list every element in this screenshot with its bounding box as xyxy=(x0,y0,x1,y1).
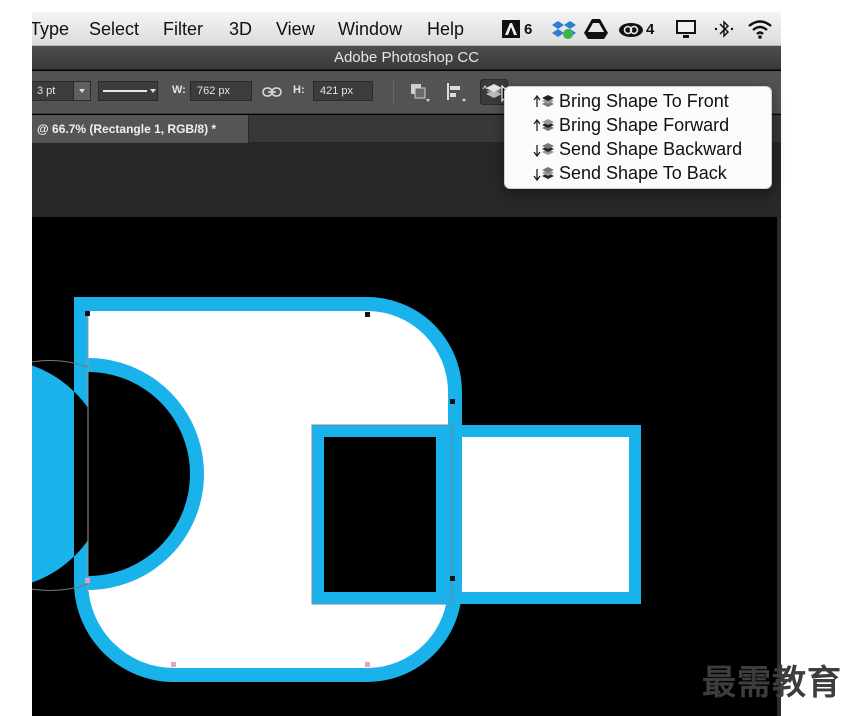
link-dimensions-icon[interactable] xyxy=(262,84,282,100)
menu-item-label: Send Shape Backward xyxy=(559,138,743,159)
width-label: W: xyxy=(172,84,186,96)
adobe-status[interactable]: 6 xyxy=(502,17,532,41)
watermark: 最需教育 xyxy=(702,663,842,703)
menu-view[interactable]: View xyxy=(276,19,315,40)
options-divider xyxy=(393,79,394,105)
stroke-type-dropdown[interactable] xyxy=(98,81,158,101)
menu-type[interactable]: Type xyxy=(32,19,69,40)
rectangle-overlap xyxy=(312,425,460,604)
width-field[interactable]: 762 px xyxy=(190,81,252,101)
menu-bar: Type Select Filter 3D View Window Help 6… xyxy=(32,12,781,46)
menu-item-label: Bring Shape Forward xyxy=(559,114,730,135)
chevron-down-icon xyxy=(150,89,156,93)
stroke-line-preview xyxy=(103,90,147,92)
menu-window[interactable]: Window xyxy=(338,19,402,40)
bring-to-front-icon xyxy=(533,94,554,107)
menu-help[interactable]: Help xyxy=(427,19,464,40)
send-to-back-icon xyxy=(533,167,554,182)
height-field[interactable]: 421 px xyxy=(313,81,373,101)
menu-item-bring-to-front[interactable]: Bring Shape To Front xyxy=(505,89,771,113)
document-tab[interactable]: @ 66.7% (Rectangle 1, RGB/8) * xyxy=(32,115,249,143)
menu-item-send-backward[interactable]: Send Shape Backward xyxy=(505,137,771,161)
bluetooth-icon[interactable] xyxy=(713,17,735,41)
creative-cloud-count: 4 xyxy=(646,20,655,38)
stroke-width-field[interactable]: 3 pt xyxy=(32,81,74,101)
path-alignment-icon[interactable] xyxy=(443,79,469,105)
document-tab-label: @ 66.7% (Rectangle 1, RGB/8) * xyxy=(37,122,217,136)
stroke-width-dropdown[interactable] xyxy=(73,81,91,101)
app-title: Adobe Photoshop CC xyxy=(333,49,480,66)
menu-filter[interactable]: Filter xyxy=(163,19,203,40)
google-drive-icon[interactable] xyxy=(584,17,608,41)
menu-item-label: Send Shape To Back xyxy=(559,162,727,183)
adobe-count: 6 xyxy=(524,20,533,38)
dropbox-icon[interactable] xyxy=(552,17,576,41)
path-operations-icon[interactable] xyxy=(406,79,432,105)
title-bar: Adobe Photoshop CC xyxy=(32,46,781,70)
bring-forward-icon xyxy=(533,118,554,131)
creative-cloud-icon xyxy=(619,23,643,37)
send-backward-icon xyxy=(533,143,554,158)
menu-item-bring-forward[interactable]: Bring Shape Forward xyxy=(505,113,771,137)
menu-select[interactable]: Select xyxy=(89,19,139,40)
menu-3d[interactable]: 3D xyxy=(229,19,252,40)
height-label: H: xyxy=(293,84,305,96)
path-arrangement-menu: Bring Shape To Front Bring Shape Forward… xyxy=(504,86,772,189)
menu-item-label: Bring Shape To Front xyxy=(559,90,729,111)
artwork xyxy=(32,297,641,682)
document-canvas[interactable] xyxy=(32,217,777,716)
menu-item-send-to-back[interactable]: Send Shape To Back xyxy=(505,161,771,185)
creative-cloud-status[interactable]: 4 xyxy=(618,17,654,41)
wifi-icon[interactable] xyxy=(746,17,774,41)
display-icon[interactable] xyxy=(674,17,698,41)
adobe-icon xyxy=(502,20,520,38)
canvas-edge xyxy=(777,217,781,716)
